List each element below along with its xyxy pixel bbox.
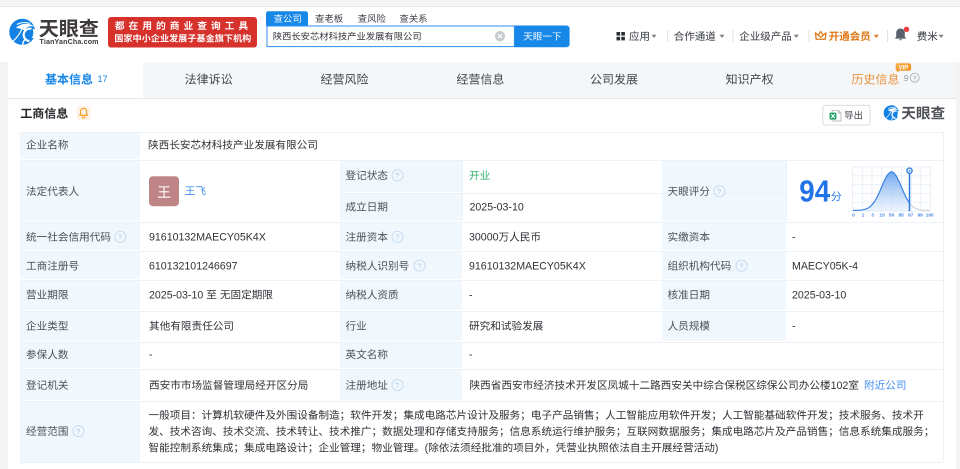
svg-text:?: ? — [395, 233, 399, 242]
svg-text:100: 100 — [926, 213, 934, 219]
svg-text:?: ? — [118, 233, 122, 242]
svg-text:2025-03-10: 2025-03-10 — [149, 289, 203, 301]
svg-text:-: - — [792, 232, 796, 244]
svg-text:?: ? — [739, 261, 743, 270]
svg-text:2025-03-10: 2025-03-10 — [792, 289, 846, 301]
svg-text:(: ( — [425, 442, 429, 454]
svg-text:102: 102 — [831, 380, 849, 392]
svg-text:MAECY05K-4: MAECY05K-4 — [792, 260, 858, 272]
svg-text:-: - — [792, 321, 796, 333]
svg-text:?: ? — [395, 381, 399, 390]
svg-text:91610132MAECY05K4X: 91610132MAECY05K4X — [469, 260, 586, 272]
svg-text:-: - — [149, 349, 153, 361]
svg-text:50: 50 — [889, 213, 895, 219]
svg-text:TianYanCha.com: TianYanCha.com — [40, 38, 99, 46]
svg-text:610132101246697: 610132101246697 — [149, 260, 238, 272]
svg-text:2025-03-10: 2025-03-10 — [470, 201, 524, 213]
svg-text:0: 0 — [852, 213, 855, 219]
svg-text:?: ? — [76, 427, 80, 436]
svg-text:91610132MAECY05K4X: 91610132MAECY05K4X — [149, 232, 266, 244]
svg-text:?: ? — [417, 261, 421, 270]
svg-text:?: ? — [913, 76, 917, 83]
svg-text:): ) — [715, 442, 719, 454]
svg-text:85: 85 — [898, 213, 904, 219]
svg-text:9: 9 — [904, 73, 909, 83]
svg-text:VIP: VIP — [899, 65, 910, 71]
svg-text:?: ? — [717, 187, 721, 196]
svg-text:1: 1 — [862, 213, 865, 219]
svg-text:3: 3 — [871, 213, 874, 219]
svg-text:30000: 30000 — [469, 232, 499, 244]
svg-text:17: 17 — [98, 74, 108, 84]
svg-text:97: 97 — [908, 213, 914, 219]
svg-text:-: - — [469, 289, 473, 301]
svg-text:94: 94 — [799, 175, 830, 209]
svg-text:15: 15 — [879, 213, 885, 219]
svg-text:99: 99 — [918, 213, 924, 219]
svg-text:?: ? — [395, 171, 399, 180]
svg-text:-: - — [469, 349, 473, 361]
